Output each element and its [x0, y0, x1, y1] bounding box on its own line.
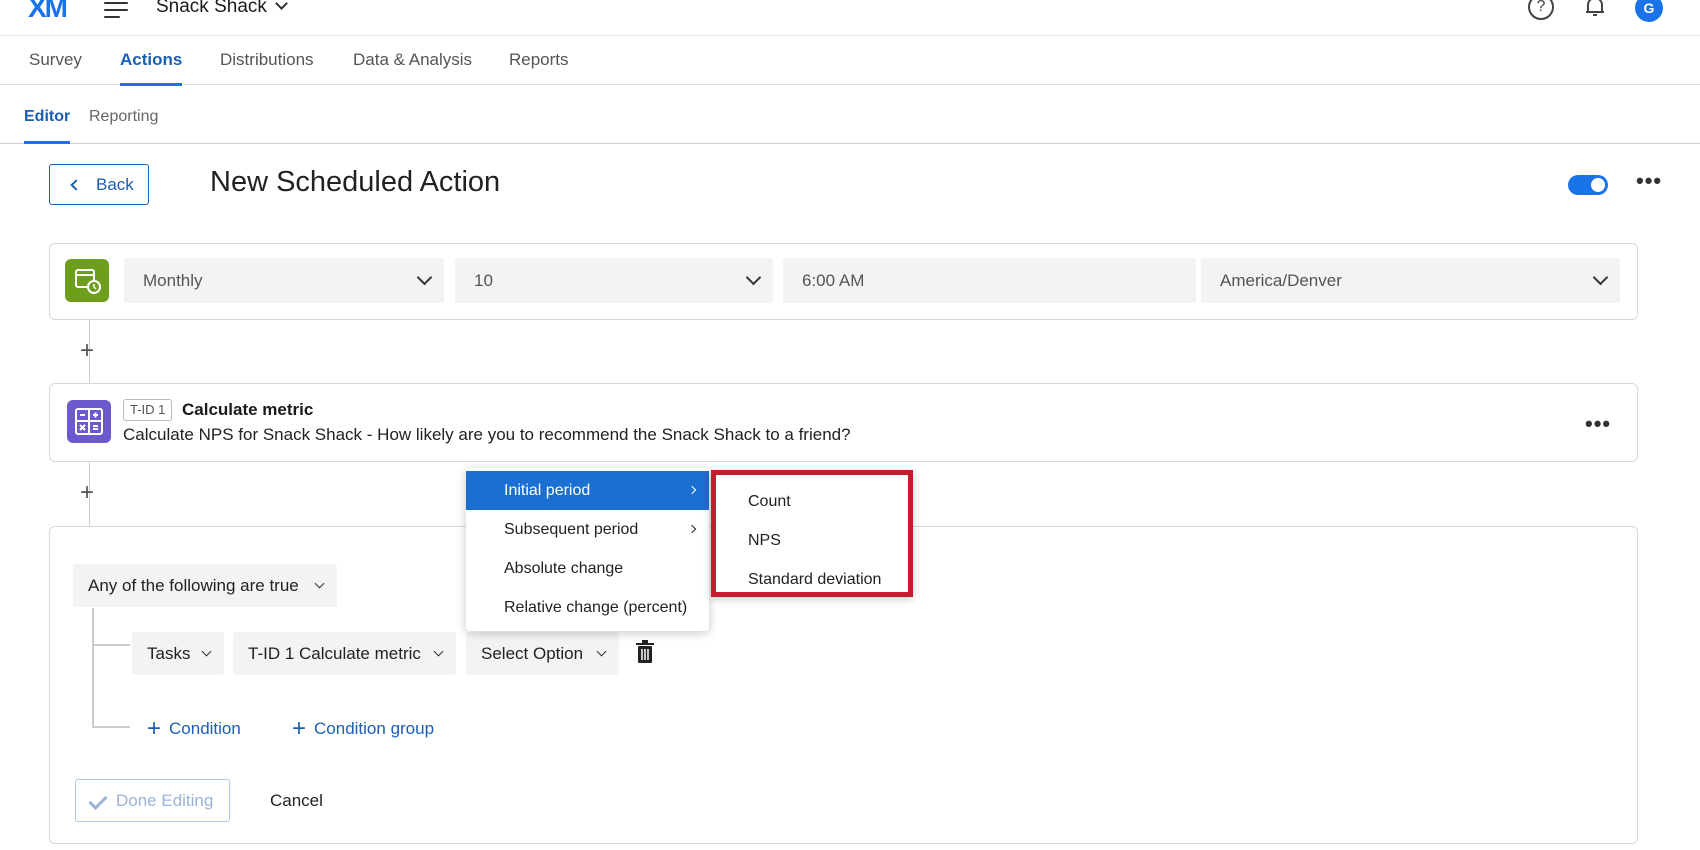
subtab-editor[interactable]: Editor	[24, 108, 71, 144]
add-step-plus-icon[interactable]: +	[80, 337, 94, 365]
project-selector[interactable]: Snack Shack	[156, 0, 288, 18]
checkmark-icon	[88, 790, 108, 811]
condition-option-value: Select Option	[481, 644, 584, 663]
timezone-value: America/Denver	[1220, 271, 1342, 290]
help-icon[interactable]: ?	[1528, 0, 1554, 20]
day-select[interactable]: 10	[455, 258, 773, 303]
submenu-item-count[interactable]: Count	[716, 482, 908, 521]
condition-task-value: T-ID 1 Calculate metric	[248, 644, 421, 663]
top-bar: XM Snack Shack ? G	[0, 0, 1700, 36]
tab-reports[interactable]: Reports	[509, 50, 569, 70]
day-value: 10	[474, 271, 493, 290]
option-menu: Initial period Subsequent period Absolut…	[466, 468, 709, 631]
add-condition-group-button[interactable]: + Condition group	[292, 713, 435, 742]
plus-icon: +	[292, 715, 307, 742]
menu-item-label: Subsequent period	[504, 521, 639, 538]
chevron-left-icon	[70, 179, 82, 191]
menu-item-label: Relative change (percent)	[504, 599, 688, 616]
avatar[interactable]: G	[1635, 0, 1663, 22]
menu-icon[interactable]	[104, 2, 128, 18]
calendar-clock-icon	[65, 259, 109, 302]
done-editing-button[interactable]: Done Editing	[75, 779, 230, 822]
chevron-down-icon	[416, 269, 433, 286]
project-name: Snack Shack	[156, 0, 267, 17]
cancel-button[interactable]: Cancel	[270, 791, 323, 811]
condition-type-value: Tasks	[147, 644, 191, 663]
back-button[interactable]: Back	[49, 164, 149, 205]
task-title: Calculate metric	[182, 400, 314, 419]
menu-item-subsequent-period[interactable]: Subsequent period	[466, 510, 709, 549]
tree-connector	[92, 608, 130, 646]
chevron-down-icon	[745, 269, 762, 286]
chevron-right-icon	[687, 485, 697, 495]
add-step-plus-icon[interactable]: +	[80, 479, 94, 507]
tab-actions[interactable]: Actions	[120, 50, 183, 86]
frequency-select[interactable]: Monthly	[124, 258, 444, 303]
timezone-select[interactable]: America/Denver	[1201, 258, 1620, 303]
logic-select[interactable]: Any of the following are true	[73, 564, 337, 607]
xm-logo[interactable]: XM	[28, 0, 68, 24]
sub-tabs: Editor Reporting	[0, 85, 1700, 144]
chevron-down-icon	[433, 646, 444, 657]
chevron-down-icon	[314, 578, 325, 589]
chevron-down-icon	[275, 0, 288, 10]
task-id-badge: T-ID 1	[123, 399, 173, 421]
menu-item-label: Absolute change	[504, 560, 624, 577]
submenu-item-nps[interactable]: NPS	[716, 521, 908, 560]
menu-item-initial-period[interactable]: Initial period	[466, 471, 709, 510]
subtab-reporting[interactable]: Reporting	[89, 108, 158, 126]
menu-item-relative-change[interactable]: Relative change (percent)	[466, 588, 709, 627]
chevron-down-icon	[201, 646, 212, 657]
task-more-options-icon[interactable]: •••	[1585, 411, 1611, 437]
tab-distributions[interactable]: Distributions	[220, 50, 314, 70]
chevron-down-icon	[1592, 269, 1609, 286]
enable-toggle[interactable]	[1568, 175, 1608, 195]
time-input[interactable]: 6:00 AM	[783, 258, 1196, 303]
bell-icon[interactable]	[1584, 0, 1606, 18]
chevron-right-icon	[687, 524, 697, 534]
add-condition-group-label: Condition group	[314, 719, 435, 738]
calculator-icon	[67, 400, 111, 443]
tab-data-analysis[interactable]: Data & Analysis	[353, 50, 472, 70]
task-card	[49, 383, 1638, 462]
submenu-item-standard-deviation[interactable]: Standard deviation	[716, 560, 908, 599]
condition-option-select[interactable]: Select Option	[466, 632, 619, 675]
more-options-icon[interactable]: •••	[1636, 168, 1662, 194]
menu-item-absolute-change[interactable]: Absolute change	[466, 549, 709, 588]
initial-period-submenu: Count NPS Standard deviation	[711, 470, 913, 597]
logic-value: Any of the following are true	[88, 576, 299, 595]
tree-connector	[92, 645, 130, 728]
menu-item-label: Initial period	[504, 482, 591, 499]
time-value: 6:00 AM	[802, 271, 865, 290]
condition-type-select[interactable]: Tasks	[132, 632, 224, 675]
done-editing-label: Done Editing	[116, 791, 214, 810]
chevron-down-icon	[596, 646, 607, 657]
page-title: New Scheduled Action	[210, 166, 501, 198]
tab-survey[interactable]: Survey	[29, 50, 82, 70]
trash-icon[interactable]	[635, 640, 655, 664]
task-description: Calculate NPS for Snack Shack - How like…	[123, 425, 851, 444]
add-condition-label: Condition	[169, 719, 241, 738]
main-tabs: Survey Actions Distributions Data & Anal…	[0, 36, 1700, 86]
frequency-value: Monthly	[143, 271, 203, 290]
plus-icon: +	[147, 715, 162, 742]
condition-task-select[interactable]: T-ID 1 Calculate metric	[233, 632, 456, 675]
back-label: Back	[96, 175, 134, 194]
add-condition-button[interactable]: + Condition	[147, 713, 241, 742]
